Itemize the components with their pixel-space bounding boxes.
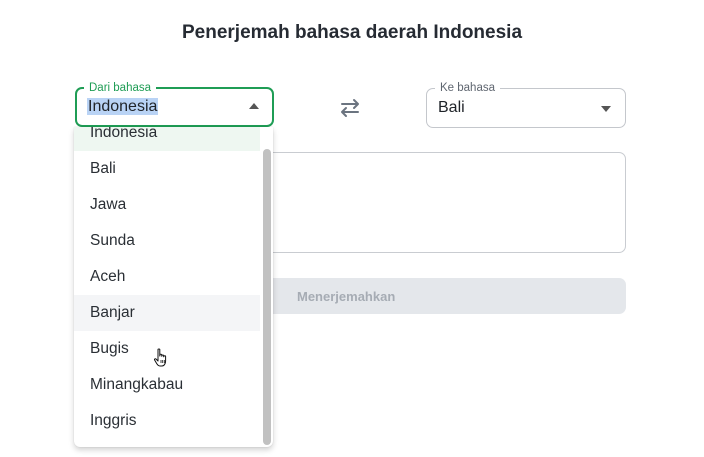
swap-languages-button[interactable] — [337, 95, 363, 121]
dropdown-option-aceh[interactable]: Aceh — [74, 259, 260, 295]
caret-up-icon[interactable] — [249, 103, 259, 109]
translate-button[interactable]: Menerjemahkan — [262, 278, 626, 314]
to-language-value[interactable]: Bali — [438, 98, 465, 118]
from-language-select[interactable]: Dari bahasa Indonesia — [75, 81, 274, 127]
dropdown-option-bali[interactable]: Bali — [74, 151, 260, 187]
dropdown-option-minangkabau[interactable]: Minangkabau — [74, 367, 260, 403]
page-title: Penerjemah bahasa daerah Indonesia — [181, 22, 523, 43]
swap-arrows-icon — [341, 99, 359, 117]
from-language-dropdown[interactable]: Inggris Minangkabau Bugis Banjar Aceh Sunda Ja… — [74, 127, 273, 447]
source-text-input[interactable] — [262, 152, 626, 253]
from-language-label: Dari bahasa — [84, 81, 157, 95]
hand-pointer-icon — [153, 348, 167, 367]
caret-down-icon[interactable] — [601, 106, 611, 112]
translator-page: Penerjemah bahasa daerah Indonesia Dari … — [0, 0, 704, 457]
dropdown-option-jawa[interactable]: Jawa — [74, 187, 260, 223]
dropdown-option-sunda[interactable]: Sunda — [74, 223, 260, 259]
dropdown-option-indonesia[interactable]: Indonesia — [74, 127, 260, 151]
to-language-select[interactable]: Ke bahasa Bali — [426, 81, 626, 128]
to-language-label: Ke bahasa — [435, 81, 500, 95]
dropdown-option-banjar[interactable]: Banjar — [74, 295, 260, 331]
from-language-value[interactable]: Indonesia — [87, 97, 159, 117]
dropdown-option-inggris[interactable]: Inggris — [74, 403, 260, 439]
dropdown-scrollbar[interactable] — [263, 149, 271, 445]
